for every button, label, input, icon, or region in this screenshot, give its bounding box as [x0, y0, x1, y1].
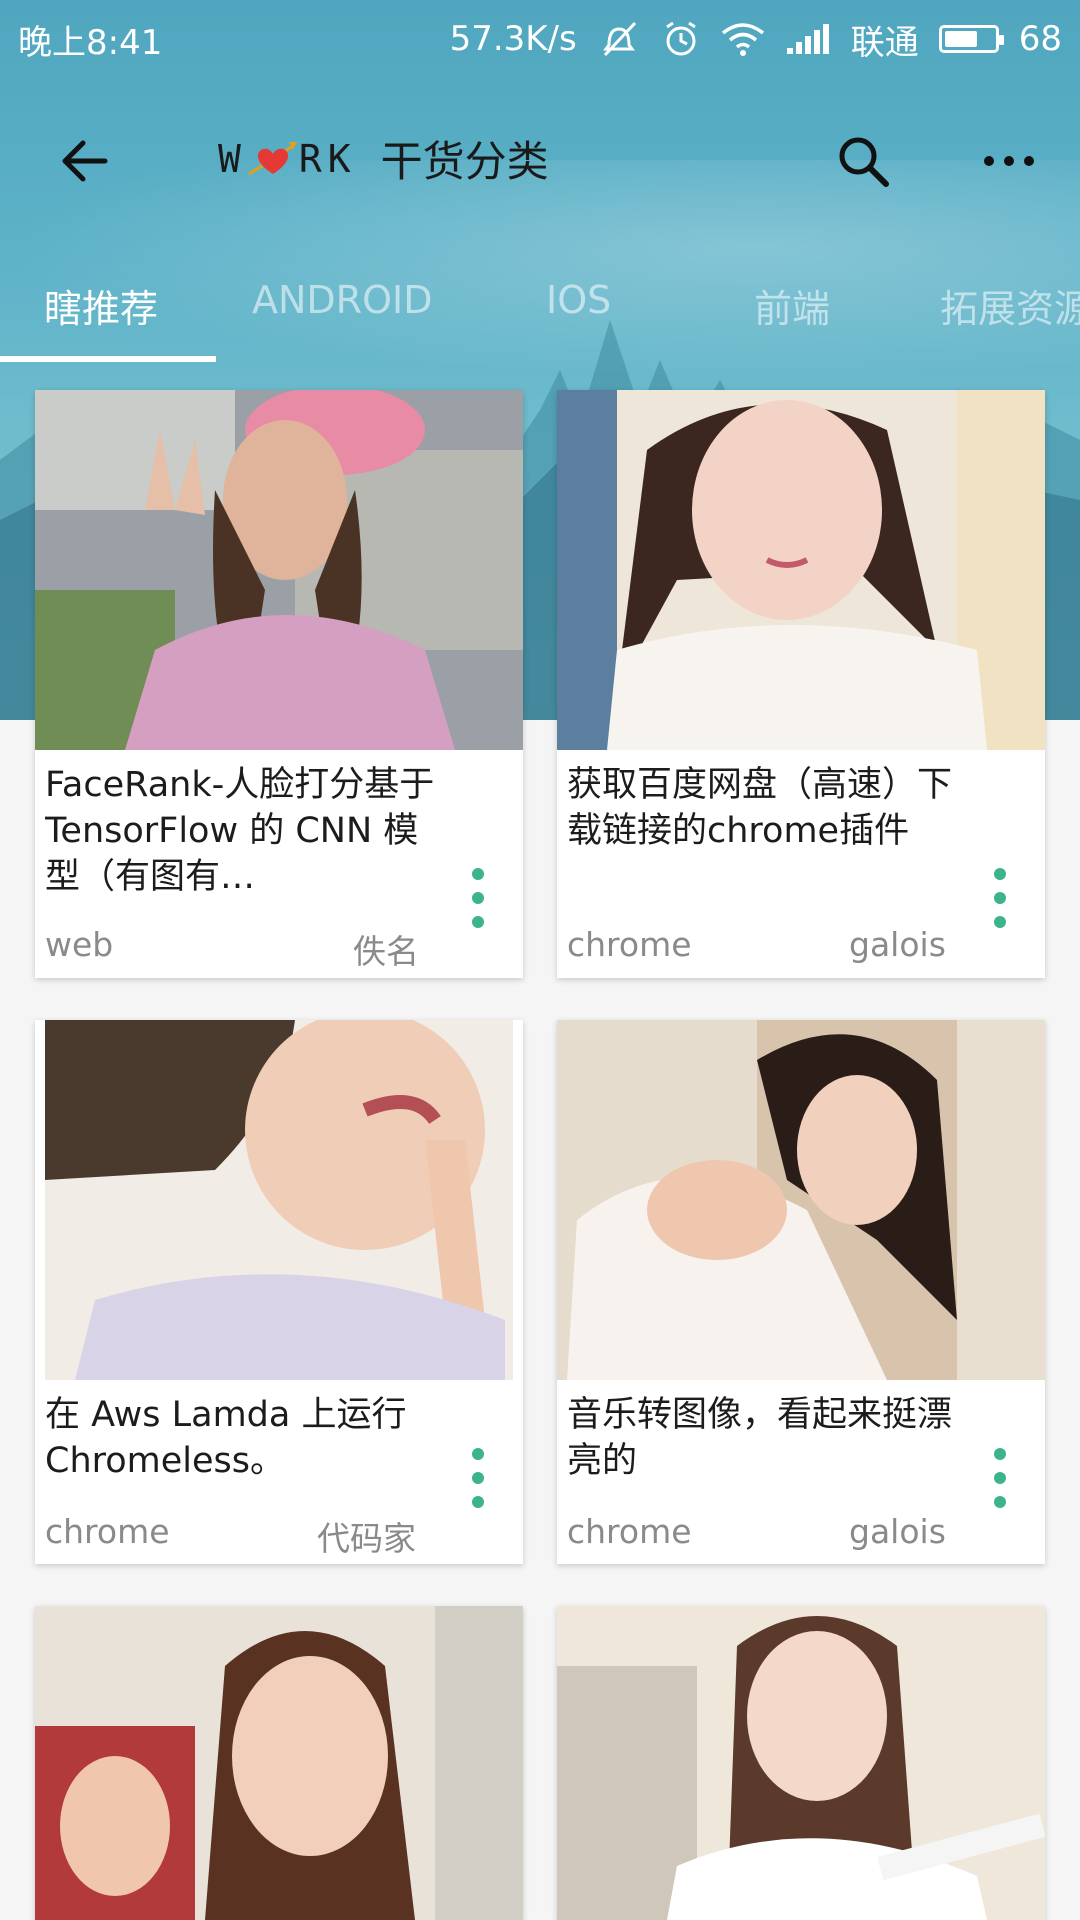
mute-icon [597, 19, 641, 59]
logo-text-right: RK [298, 136, 357, 181]
article-author: 佚名 [353, 932, 419, 971]
article-photo [35, 1606, 523, 1920]
dot [994, 868, 1006, 880]
article-tag: chrome [567, 925, 692, 964]
page-title: 干货分类 [380, 137, 549, 186]
card-menu-button[interactable] [463, 1448, 493, 1508]
signal-icon [785, 22, 831, 56]
article-title: FaceRank-人脸打分基于 TensorFlow 的 CNN 模型（有图有… [45, 765, 435, 897]
tab-indicator [0, 356, 216, 362]
network-speed: 57.3K/s [449, 19, 577, 59]
app-title: W RK 干货分类 [218, 128, 549, 189]
dot [472, 916, 484, 928]
card-menu-button[interactable] [463, 868, 493, 928]
search-button[interactable] [818, 116, 908, 206]
article-photo [557, 1020, 1045, 1380]
dot [472, 1448, 484, 1460]
article-card[interactable] [35, 1606, 523, 1920]
dot [472, 1472, 484, 1484]
dot [994, 1496, 1006, 1508]
logo-text-left: W [218, 136, 247, 181]
article-tag: web [45, 925, 114, 964]
tab-android[interactable]: ANDROID [252, 278, 432, 322]
dot [994, 916, 1006, 928]
article-title: 在 Aws Lamda 上运行 Chromeless。 [45, 1395, 407, 1481]
article-author: galois [849, 1512, 946, 1551]
article-author: 代码家 [317, 1519, 416, 1558]
article-title: 音乐转图像，看起来挺漂亮的 [567, 1395, 953, 1481]
article-photo [557, 1606, 1045, 1920]
dot [472, 892, 484, 904]
back-button[interactable] [40, 116, 130, 206]
tab-frontend[interactable]: 前端 [754, 278, 830, 333]
wifi-icon [721, 21, 765, 57]
article-card[interactable]: 获取百度网盘（高速）下载链接的chrome插件 chrome galois [557, 390, 1045, 978]
carrier-name: 联通 [850, 22, 919, 63]
toolbar: W RK 干货分类 [0, 100, 1080, 220]
article-author: galois [849, 925, 946, 964]
status-bar: 晚上8:41 57.3K/s 联通 68 [0, 0, 1080, 78]
category-tabs: 瞎推荐 ANDROID IOS 前端 拓展资源 [0, 250, 1080, 362]
app-screen: 晚上8:41 57.3K/s 联通 68 W RK 干货分类 瞎推荐 ANDRO… [0, 0, 1080, 1920]
back-arrow-icon [62, 140, 108, 182]
card-menu-button[interactable] [985, 1448, 1015, 1508]
status-time: 晚上8:41 [18, 22, 163, 63]
article-card[interactable]: FaceRank-人脸打分基于 TensorFlow 的 CNN 模型（有图有…… [35, 390, 523, 978]
tab-extended-resources[interactable]: 拓展资源 [940, 278, 1080, 333]
more-options-button[interactable] [964, 116, 1054, 206]
dot [994, 1472, 1006, 1484]
article-photo [557, 390, 1045, 750]
alarm-icon [661, 19, 701, 59]
card-menu-button[interactable] [985, 868, 1015, 928]
dot [994, 1448, 1006, 1460]
article-photo [35, 1020, 523, 1380]
dot [994, 892, 1006, 904]
tab-recommend[interactable]: 瞎推荐 [44, 278, 158, 333]
article-card[interactable]: 在 Aws Lamda 上运行 Chromeless。 chrome 代码家 [35, 1020, 523, 1564]
status-bar-right-group: 57.3K/s 联通 68 [450, 15, 1062, 64]
article-title: 获取百度网盘（高速）下载链接的chrome插件 [567, 765, 953, 851]
article-tag: chrome [45, 1512, 170, 1551]
article-tag: chrome [567, 1512, 692, 1551]
battery-percent: 68 [1018, 19, 1062, 59]
battery-fill [944, 31, 978, 47]
battery-icon [938, 25, 1004, 53]
search-icon [839, 137, 889, 187]
heart-arrow-icon [248, 141, 297, 175]
tab-ios[interactable]: IOS [546, 278, 611, 322]
article-photo [35, 390, 523, 750]
article-card[interactable]: 音乐转图像，看起来挺漂亮的 chrome galois [557, 1020, 1045, 1564]
dot [472, 1496, 484, 1508]
article-card[interactable] [557, 1606, 1045, 1920]
more-dots-icon [984, 156, 1034, 166]
work-logo: W RK [218, 137, 357, 181]
dot [472, 868, 484, 880]
